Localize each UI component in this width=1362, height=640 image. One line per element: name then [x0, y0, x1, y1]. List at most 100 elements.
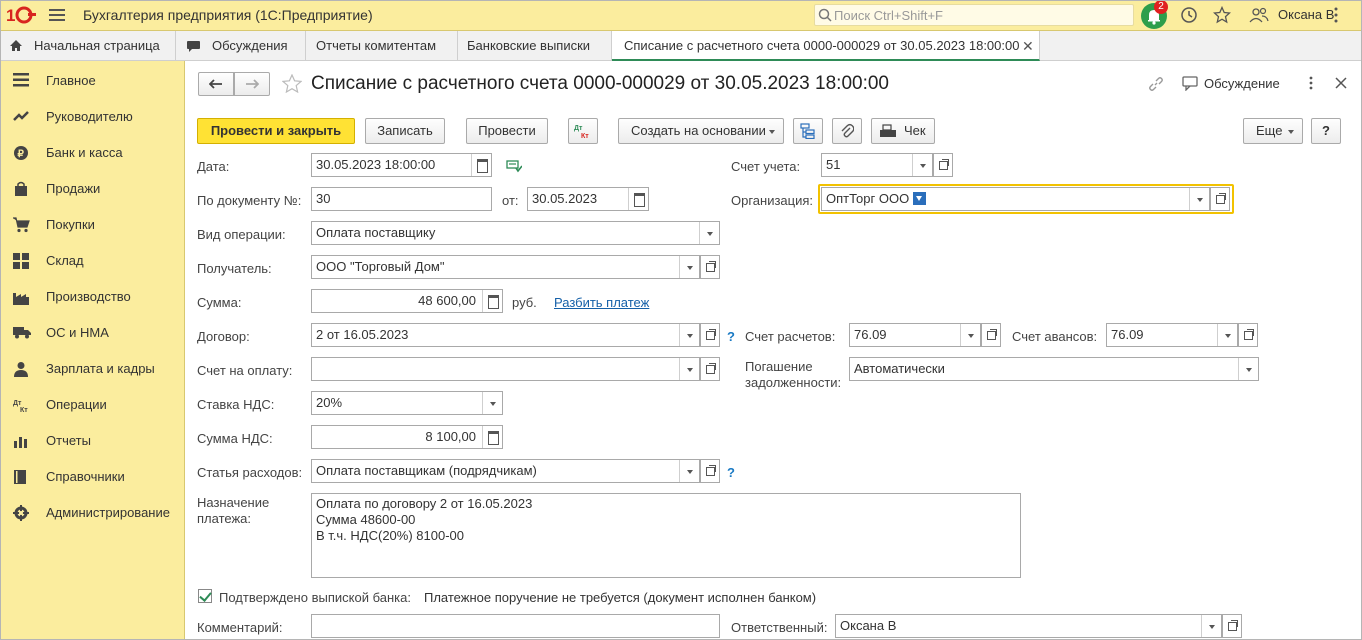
- calculator-icon[interactable]: [482, 290, 502, 312]
- open-invoice-icon[interactable]: [700, 357, 720, 381]
- structure-button[interactable]: [793, 118, 823, 144]
- date-field[interactable]: 30.05.2023 18:00:00: [311, 153, 492, 177]
- users-icon[interactable]: [1249, 6, 1269, 24]
- calendar-icon[interactable]: [471, 154, 491, 176]
- open-contract-icon[interactable]: [700, 323, 720, 347]
- open-organization-icon[interactable]: [1210, 187, 1230, 211]
- sidebar-item-manager[interactable]: Руководителю: [0, 99, 185, 135]
- contract-field[interactable]: 2 от 16.05.2023: [311, 323, 700, 347]
- chevron-down-icon[interactable]: [1238, 358, 1258, 380]
- form-more-icon[interactable]: [1309, 76, 1313, 90]
- open-expense-item-icon[interactable]: [700, 459, 720, 483]
- date-value: 30.05.2023 18:00:00: [316, 157, 436, 172]
- open-account-icon[interactable]: [933, 153, 953, 177]
- create-based-on-button[interactable]: Создать на основании: [618, 118, 784, 144]
- expense-help-icon[interactable]: ?: [727, 465, 735, 480]
- organization-field[interactable]: ОптТорг ООО: [821, 187, 1210, 211]
- tab-label: Начальная страница: [34, 38, 160, 53]
- chevron-down-icon[interactable]: [699, 222, 719, 244]
- set-date-icon[interactable]: [506, 159, 522, 173]
- chevron-down-icon[interactable]: [679, 256, 699, 278]
- tab-consignor-reports[interactable]: Отчеты комитентам: [306, 31, 458, 61]
- search-input[interactable]: Поиск Ctrl+Shift+F: [814, 4, 1134, 26]
- open-recipient-icon[interactable]: [700, 255, 720, 279]
- more-menu-icon[interactable]: [1334, 7, 1352, 25]
- comment-field[interactable]: [311, 614, 720, 638]
- help-button[interactable]: ?: [1311, 118, 1341, 144]
- main-menu-icon[interactable]: [49, 9, 65, 21]
- recipient-field[interactable]: ООО "Торговый Дом": [311, 255, 700, 279]
- purpose-textarea[interactable]: Оплата по договору 2 от 16.05.2023 Сумма…: [311, 493, 1021, 578]
- discussion-link[interactable]: Обсуждение: [1204, 76, 1280, 91]
- expense-item-field[interactable]: Оплата поставщикам (подрядчикам): [311, 459, 700, 483]
- sidebar-item-warehouse[interactable]: Склад: [0, 243, 185, 279]
- calendar-icon[interactable]: [628, 188, 648, 210]
- tab-current-document[interactable]: Списание с расчетного счета 0000-000029 …: [612, 31, 1040, 61]
- chevron-down-icon[interactable]: [679, 324, 699, 346]
- sidebar-item-purchases[interactable]: Покупки: [0, 207, 185, 243]
- save-button[interactable]: Записать: [365, 118, 445, 144]
- chevron-down-icon[interactable]: [482, 392, 502, 414]
- link-icon[interactable]: [1148, 76, 1164, 92]
- vat-rate-select[interactable]: 20%: [311, 391, 503, 415]
- sidebar-item-production[interactable]: Производство: [0, 279, 185, 315]
- tab-home[interactable]: Начальная страница: [0, 31, 176, 61]
- user-name[interactable]: Оксана В: [1278, 7, 1334, 22]
- sidebar-item-payroll-hr[interactable]: Зарплата и кадры: [0, 351, 185, 387]
- sidebar-item-main[interactable]: Главное: [0, 63, 185, 99]
- responsible-field[interactable]: Оксана В: [835, 614, 1222, 638]
- expense-item-label: Статья расходов:: [197, 465, 303, 480]
- sidebar-item-operations[interactable]: Дт Кт Операции: [0, 387, 185, 423]
- close-form-icon[interactable]: [1335, 77, 1347, 89]
- more-button[interactable]: Еще: [1243, 118, 1303, 144]
- back-button[interactable]: [198, 72, 234, 96]
- open-settlement-account-icon[interactable]: [981, 323, 1001, 347]
- top-bar: 1 Бухгалтерия предприятия (1С:Предприяти…: [0, 0, 1362, 31]
- calculator-icon[interactable]: [482, 426, 502, 448]
- split-payment-link[interactable]: Разбить платеж: [554, 295, 649, 310]
- receipt-button[interactable]: Чек: [871, 118, 935, 144]
- confirmed-checkbox[interactable]: [198, 589, 212, 603]
- sidebar-item-sales[interactable]: Продажи: [0, 171, 185, 207]
- forward-button[interactable]: [234, 72, 270, 96]
- favorite-star-icon[interactable]: [282, 74, 302, 93]
- chevron-down-icon[interactable]: [679, 358, 699, 380]
- notifications-bell-icon[interactable]: 2: [1141, 0, 1168, 29]
- doc-number-field[interactable]: 30: [311, 187, 492, 211]
- sum-field[interactable]: 48 600,00: [311, 289, 503, 313]
- open-advance-account-icon[interactable]: [1238, 323, 1258, 347]
- sections-sidebar: Главное Руководителю ₽ Банк и касса Прод…: [0, 61, 185, 640]
- attachments-button[interactable]: [832, 118, 862, 144]
- sidebar-item-fixed-assets[interactable]: ОС и НМА: [0, 315, 185, 351]
- sidebar-item-reports[interactable]: Отчеты: [0, 423, 185, 459]
- sidebar-item-label: Отчеты: [46, 433, 91, 448]
- post-and-close-button[interactable]: Провести и закрыть: [197, 118, 355, 144]
- dt-kt-button[interactable]: Дт Кт: [568, 118, 598, 144]
- advance-account-field[interactable]: 76.09: [1106, 323, 1238, 347]
- contract-help-icon[interactable]: ?: [727, 329, 735, 344]
- history-icon[interactable]: [1180, 6, 1198, 24]
- sidebar-item-label: Руководителю: [46, 109, 133, 124]
- chevron-down-icon[interactable]: [1217, 324, 1237, 346]
- repayment-select[interactable]: Автоматически: [849, 357, 1259, 381]
- sidebar-item-administration[interactable]: Администрирование: [0, 495, 185, 531]
- tab-discussions[interactable]: Обсуждения: [176, 31, 306, 61]
- sidebar-item-bank-cash[interactable]: ₽ Банк и касса: [0, 135, 185, 171]
- close-tab-icon[interactable]: ✕: [1022, 31, 1034, 61]
- chevron-down-icon[interactable]: [960, 324, 980, 346]
- settlement-account-field[interactable]: 76.09: [849, 323, 981, 347]
- from-date-field[interactable]: 30.05.2023: [527, 187, 649, 211]
- vat-sum-field[interactable]: 8 100,00: [311, 425, 503, 449]
- sidebar-item-catalogs[interactable]: Справочники: [0, 459, 185, 495]
- open-responsible-icon[interactable]: [1222, 614, 1242, 638]
- operation-type-select[interactable]: Оплата поставщику: [311, 221, 720, 245]
- favorites-star-icon[interactable]: [1212, 5, 1232, 24]
- account-field[interactable]: 51: [821, 153, 933, 177]
- tab-bank-statements[interactable]: Банковские выписки: [458, 31, 612, 61]
- chevron-down-icon[interactable]: [679, 460, 699, 482]
- chevron-down-icon[interactable]: [1189, 188, 1209, 210]
- post-button[interactable]: Провести: [466, 118, 548, 144]
- invoice-field[interactable]: [311, 357, 700, 381]
- chevron-down-icon[interactable]: [1201, 615, 1221, 637]
- chevron-down-icon[interactable]: [912, 154, 932, 176]
